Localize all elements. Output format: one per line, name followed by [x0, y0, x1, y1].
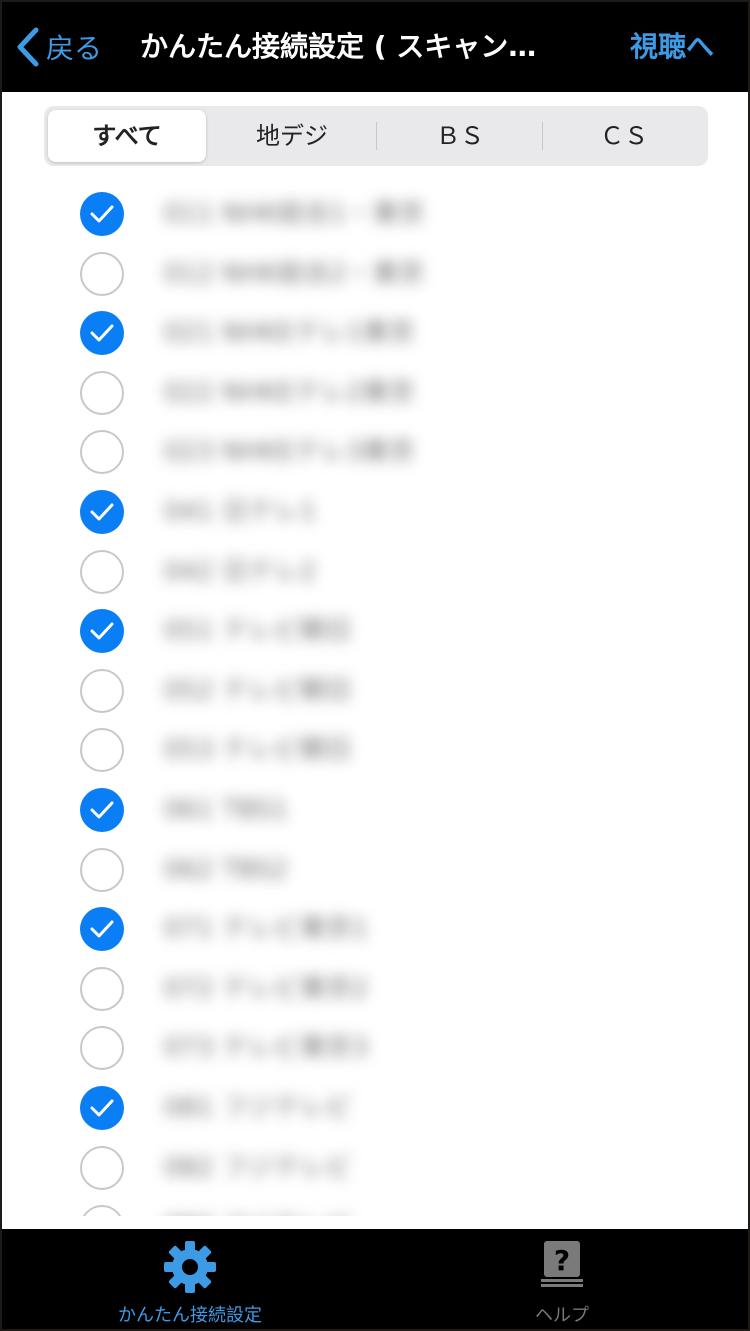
channel-row[interactable]: 082 フジテレビ [2, 1137, 748, 1197]
app-screen: 戻る かんたん接続設定 ( スキャン… 視聴へ すべて 地デジ ＢＳ ＣＳ 01… [2, 2, 748, 1329]
channel-name: 023 NHKEテレ3東京 [164, 437, 415, 468]
channel-name: 012 NHK総合2・東京 [164, 258, 425, 289]
channel-name: 053 テレビ朝日 [164, 735, 352, 766]
channel-row[interactable]: 023 NHKEテレ3東京 [2, 421, 748, 481]
back-label: 戻る [46, 32, 103, 65]
channel-name: 062 TBS2 [164, 854, 289, 885]
channel-row[interactable]: 073 テレビ東京3 [2, 1017, 748, 1077]
channel-name: 042 日テレ2 [164, 556, 317, 587]
tab-help-label: ヘルプ [535, 1305, 589, 1326]
channel-name: 051 テレビ朝日 [164, 616, 352, 647]
checkbox-unchecked[interactable] [80, 728, 124, 773]
chevron-left-icon [17, 27, 39, 67]
checkbox-unchecked[interactable] [80, 370, 124, 415]
navigation-bar: 戻る かんたん接続設定 ( スキャン… 視聴へ [2, 2, 748, 92]
channel-row[interactable]: 052 テレビ朝日 [2, 660, 748, 720]
channel-name: 081 フジテレビ [164, 1093, 352, 1123]
segment-bs[interactable]: ＢＳ [378, 110, 542, 162]
segment-divider [542, 122, 543, 150]
channel-row[interactable]: 053 テレビ朝日 [2, 719, 748, 779]
tab-bar: かんたん接続設定 ? ヘルプ [2, 1229, 748, 1329]
checkmark-icon [90, 1099, 114, 1117]
channel-name: 072 テレビ東京2 [164, 973, 369, 1004]
channel-name: 061 TBS1 [164, 795, 289, 825]
checkmark-icon [90, 622, 114, 640]
channel-row[interactable]: 083 フジテレビ [2, 1196, 748, 1216]
segment-cs[interactable]: ＣＳ [544, 110, 704, 162]
checkmark-icon [90, 920, 114, 938]
tab-help[interactable]: ? ヘルプ [502, 1229, 622, 1329]
channel-row[interactable]: 011 NHK総合1・東京 [2, 183, 748, 243]
channel-row[interactable]: 022 NHKEテレ2東京 [2, 362, 748, 422]
channel-row[interactable]: 062 TBS2 [2, 839, 748, 899]
svg-text:?: ? [554, 1244, 570, 1277]
checkbox-checked[interactable] [80, 490, 124, 534]
checkbox-unchecked[interactable] [80, 1145, 124, 1190]
channel-list[interactable]: 011 NHK総合1・東京 012 NHK総合2・東京 021 NHKEテレ1東京 0… [2, 180, 748, 1216]
channel-name: 041 日テレ1 [164, 497, 317, 527]
checkbox-unchecked[interactable] [80, 251, 124, 296]
channel-name: 082 フジテレビ [164, 1152, 352, 1183]
checkbox-unchecked[interactable] [80, 966, 124, 1011]
channel-name: 073 テレビ東京3 [164, 1033, 369, 1064]
channel-name: 052 テレビ朝日 [164, 675, 352, 706]
tab-easy-setup-label: かんたん接続設定 [118, 1305, 262, 1326]
channel-name: 011 NHK総合1・東京 [164, 199, 425, 229]
segmented-control: すべて 地デジ ＢＳ ＣＳ [44, 106, 708, 166]
checkmark-icon [90, 503, 114, 521]
channel-row[interactable]: 081 フジテレビ [2, 1077, 748, 1137]
channel-row[interactable]: 072 テレビ東京2 [2, 958, 748, 1018]
checkbox-checked[interactable] [80, 609, 124, 654]
checkbox-checked[interactable] [80, 788, 124, 832]
channel-row[interactable]: 012 NHK総合2・東京 [2, 243, 748, 303]
channel-row[interactable]: 071 テレビ東京1 [2, 898, 748, 958]
checkmark-icon [90, 801, 114, 819]
checkbox-unchecked[interactable] [80, 847, 124, 892]
channel-name: 083 フジテレビ [164, 1210, 352, 1216]
channel-row[interactable]: 042 日テレ2 [2, 541, 748, 601]
checkbox-unchecked[interactable] [80, 1026, 124, 1071]
checkbox-checked[interactable] [80, 192, 124, 236]
tab-easy-setup[interactable]: かんたん接続設定 [102, 1229, 278, 1329]
help-book-icon: ? [541, 1241, 583, 1287]
channel-row[interactable]: 021 NHKEテレ1東京 [2, 302, 748, 362]
channel-name: 071 テレビ東京1 [164, 914, 369, 945]
checkbox-checked[interactable] [80, 907, 124, 952]
checkbox-unchecked[interactable] [80, 430, 124, 475]
checkbox-checked[interactable] [80, 1086, 124, 1130]
checkbox-checked[interactable] [80, 311, 124, 356]
checkmark-icon [90, 205, 114, 223]
channel-row[interactable]: 041 日テレ1 [2, 481, 748, 541]
channel-row[interactable]: 051 テレビ朝日 [2, 600, 748, 660]
channel-row[interactable]: 061 TBS1 [2, 779, 748, 839]
channel-name: 021 NHKEテレ1東京 [164, 318, 415, 349]
checkbox-unchecked[interactable] [80, 1205, 124, 1216]
checkbox-unchecked[interactable] [80, 668, 124, 713]
channel-name: 022 NHKEテレ2東京 [164, 377, 415, 408]
back-button[interactable]: 戻る [16, 24, 102, 70]
segment-divider [376, 122, 377, 150]
watch-button[interactable]: 視聴へ [630, 24, 714, 70]
checkmark-icon [90, 324, 114, 342]
segment-all[interactable]: すべて [48, 110, 206, 162]
segment-terrestrial[interactable]: 地デジ [210, 110, 374, 162]
page-title: かんたん接続設定 ( スキャン… [140, 30, 537, 63]
gear-icon [164, 1241, 216, 1293]
checkbox-unchecked[interactable] [80, 549, 124, 594]
